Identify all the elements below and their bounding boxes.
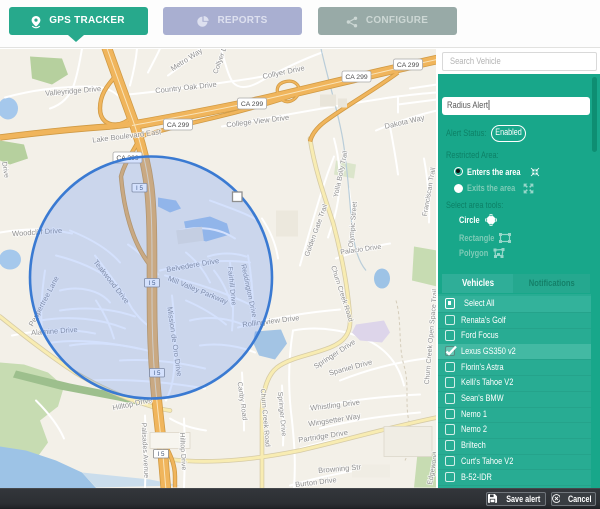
svg-text:I 5: I 5 bbox=[158, 451, 165, 458]
svg-text:CA 299: CA 299 bbox=[345, 74, 368, 81]
svg-text:CA 299: CA 299 bbox=[167, 122, 190, 129]
svg-text:CA 299: CA 299 bbox=[397, 62, 420, 69]
svg-text:CA 299: CA 299 bbox=[241, 101, 264, 108]
